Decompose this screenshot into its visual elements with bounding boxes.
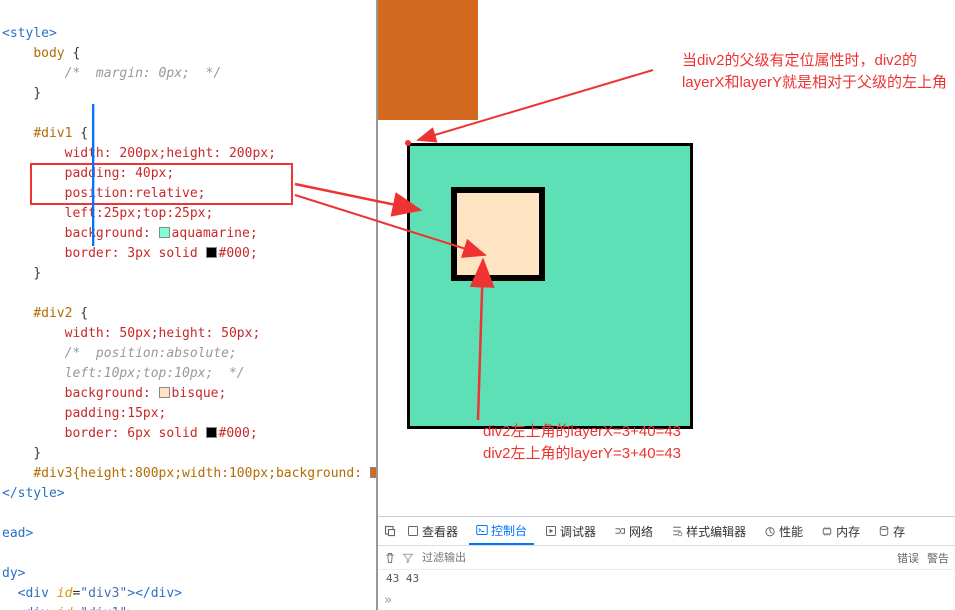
div1-padding-line: padding: 40px; (65, 166, 175, 181)
console-filter-bar: 错误 警告 (378, 546, 955, 570)
tab-console[interactable]: 控制台 (469, 517, 534, 545)
div3-swatch (370, 467, 378, 478)
div2-bg-val: bisque; (172, 386, 227, 401)
network-icon (614, 525, 626, 537)
black-swatch (206, 247, 217, 258)
trash-icon[interactable] (384, 552, 396, 564)
perf-icon (764, 525, 776, 537)
annotation-top: 当div2的父级有定位属性时，div2的 layerX和layerY就是相对于父… (682, 50, 947, 94)
tab-inspector[interactable]: 查看器 (400, 517, 465, 545)
tab-storage[interactable]: 存 (871, 517, 912, 545)
div1-border-prop: border: 3px solid (65, 246, 198, 261)
bisque-swatch (159, 387, 170, 398)
div2-padding-line: padding:15px; (65, 406, 167, 421)
filter-input[interactable] (420, 551, 891, 565)
div2-box (451, 187, 545, 281)
styles-icon (671, 525, 683, 537)
div3-selector-line: #div3{height:800px;width:100px;backgroun… (33, 466, 362, 481)
div1-width-line: width: 200px;height: 200px; (65, 146, 276, 161)
tab-memory[interactable]: 内存 (814, 517, 867, 545)
console-icon (476, 524, 488, 536)
errors-label[interactable]: 错误 (897, 550, 919, 566)
div2-selector: #div2 (33, 306, 72, 321)
tab-performance[interactable]: 性能 (757, 517, 810, 545)
inspector-icon (407, 525, 419, 537)
div3-box (378, 0, 478, 120)
filter-icon[interactable] (402, 552, 414, 564)
memory-icon (821, 525, 833, 537)
tab-network[interactable]: 网络 (607, 517, 660, 545)
popout-icon[interactable] (384, 525, 396, 537)
tab-styles[interactable]: 样式编辑器 (664, 517, 753, 545)
head-close-tag: ead> (2, 526, 33, 541)
div2-comment: /* position:absolute; left:10px;top:10px… (2, 346, 245, 381)
black-swatch-2 (206, 427, 217, 438)
devtools-tabs: 查看器 控制台 调试器 网络 样式编辑器 (378, 517, 955, 546)
div1-position-line: position:relative; (65, 186, 206, 201)
div1-selector: #div1 (33, 126, 72, 141)
warnings-label[interactable]: 警告 (927, 550, 949, 566)
div2-border-prop: border: 6px solid (65, 426, 198, 441)
calc-annotation: div2左上角的layerX=3+40=43 div2左上角的layerY=3+… (483, 421, 681, 465)
body-open-tag: dy> (2, 566, 25, 581)
tab-debugger[interactable]: 调试器 (538, 517, 603, 545)
origin-dot (405, 140, 411, 146)
div1-bg-val: aquamarine; (172, 226, 258, 241)
div2-border-val: #000; (219, 426, 258, 441)
div1-box (407, 143, 693, 429)
div2-bg-prop: background: (65, 386, 151, 401)
div1-bg-prop: background: (65, 226, 151, 241)
caret-indicator (92, 104, 95, 246)
div1-lefttop-line: left:25px;top:25px; (65, 206, 214, 221)
storage-icon (878, 525, 890, 537)
margin-comment: /* margin: 0px; */ (65, 66, 222, 81)
debugger-icon (545, 525, 557, 537)
aquamarine-swatch (159, 227, 170, 238)
code-editor-pane[interactable]: <style> body { /* margin: 0px; */ } #div… (0, 0, 378, 610)
body-selector: body (33, 46, 64, 61)
devtools-panel: 查看器 控制台 调试器 网络 样式编辑器 (378, 516, 955, 591)
div2-width-line: width: 50px;height: 50px; (65, 326, 261, 341)
style-close-tag: </style> (2, 486, 65, 501)
console-log-line: 43 43 (378, 570, 955, 587)
chevron-collapse[interactable]: » (378, 591, 955, 610)
div1-border-val: #000; (219, 246, 258, 261)
style-open-tag: <style> (2, 26, 57, 41)
